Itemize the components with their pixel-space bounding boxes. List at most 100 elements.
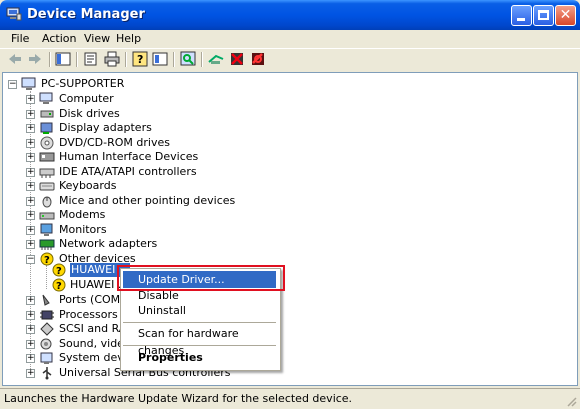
view-details-icon[interactable]	[152, 51, 168, 67]
disable-icon[interactable]	[250, 51, 266, 67]
status-text: Launches the Hardware Update Wizard for …	[4, 392, 353, 405]
expand-icon[interactable]: +	[26, 310, 35, 320]
tree-item-mouse[interactable]: + Mice and other pointing devices	[26, 194, 326, 208]
menu-item-properties[interactable]: Properties	[123, 349, 276, 366]
menu-action[interactable]: Action	[42, 32, 76, 45]
menu-separator	[123, 322, 276, 323]
menu-item-uninstall[interactable]: Uninstall	[123, 302, 276, 319]
title-bar[interactable]: Device Manager ✕	[0, 0, 580, 30]
scan-hardware-icon[interactable]	[180, 51, 196, 67]
tree-item-ide-controller[interactable]: + IDE ATA/ATAPI controllers	[26, 165, 326, 179]
tree-item-label: Monitors	[59, 222, 107, 236]
tree-item-hid[interactable]: + Human Interface Devices	[26, 150, 326, 164]
port-icon	[42, 294, 50, 306]
status-bar: Launches the Hardware Update Wizard for …	[0, 388, 580, 409]
uninstall-icon[interactable]	[229, 51, 245, 67]
expand-icon[interactable]: +	[26, 138, 35, 148]
expand-icon[interactable]: +	[26, 109, 35, 119]
svg-text:?: ?	[56, 281, 62, 292]
expand-icon[interactable]: +	[26, 211, 35, 220]
computer-icon	[21, 77, 36, 90]
toolbar-separator	[76, 52, 78, 67]
expand-icon[interactable]: +	[26, 296, 35, 305]
tree-item-label: Keyboards	[59, 179, 117, 192]
help-icon[interactable]: ?	[132, 51, 148, 67]
processor-icon	[40, 310, 54, 319]
menu-view[interactable]: View	[84, 32, 110, 45]
computer-icon	[39, 92, 53, 104]
tree-item-disk-drive[interactable]: + Disk drives	[26, 107, 326, 121]
toolbar: ?	[0, 49, 580, 70]
usb-icon	[42, 366, 52, 379]
display-adapter-icon	[40, 122, 53, 134]
tree-item-label: Modems	[59, 208, 106, 221]
tree-item-label: Mice and other pointing devices	[59, 193, 236, 207]
expand-icon[interactable]: +	[26, 196, 35, 206]
svg-text:?: ?	[137, 53, 143, 66]
maximize-button[interactable]	[533, 5, 554, 26]
tree-root-label: PC-SUPPORTER	[41, 77, 125, 90]
highlight-annotation-box	[117, 265, 285, 291]
collapse-icon[interactable]: −	[26, 254, 35, 264]
mouse-icon	[42, 196, 52, 207]
expand-icon[interactable]: +	[26, 225, 35, 235]
back-arrow-icon[interactable]	[7, 51, 23, 67]
menu-item-scan-hardware[interactable]: Scan for hardware changes	[123, 325, 276, 357]
show-hide-console-tree-icon[interactable]	[55, 51, 71, 67]
menu-separator	[123, 345, 276, 346]
tree-item-label: DVD/CD-ROM drives	[59, 135, 170, 149]
sound-icon	[40, 338, 52, 349]
resize-grip-icon[interactable]	[565, 395, 577, 407]
tree-item-label: Network adapters	[59, 237, 158, 250]
device-manager-window: Device Manager ✕ File Action View Help ?	[0, 0, 580, 409]
unknown-device-warning-icon: ?	[52, 263, 66, 277]
print-icon[interactable]	[104, 51, 120, 67]
tree-item-monitor[interactable]: + Monitors	[26, 223, 326, 237]
hid-icon	[39, 152, 55, 162]
toolbar-separator	[49, 52, 51, 67]
minimize-button[interactable]	[511, 5, 532, 26]
tree-item-display-adapter[interactable]: + Display adapters	[26, 121, 326, 135]
close-button[interactable]: ✕	[555, 5, 576, 26]
expand-icon[interactable]: +	[26, 124, 35, 133]
disk-drive-icon	[40, 110, 54, 117]
menu-help[interactable]: Help	[116, 32, 141, 45]
unknown-device-warning-icon: ?	[52, 278, 66, 292]
collapse-icon[interactable]: −	[8, 80, 17, 89]
minimize-icon	[517, 18, 525, 21]
expand-icon[interactable]: +	[26, 95, 35, 104]
dvd-drive-icon	[40, 136, 54, 149]
toolbar-separator	[173, 52, 175, 67]
device-tree[interactable]: − PC-SUPPORTER + Computer + Disk drives + Dis…	[2, 72, 578, 386]
tree-item-label: Display adapters	[59, 121, 152, 134]
keyboard-icon	[39, 182, 55, 191]
expand-icon[interactable]: +	[26, 153, 35, 162]
update-driver-icon[interactable]	[208, 51, 224, 67]
forward-arrow-icon[interactable]	[27, 51, 43, 67]
tree-item-label: Human Interface Devices	[59, 150, 199, 163]
menu-bar: File Action View Help	[0, 30, 580, 48]
expand-icon[interactable]: +	[26, 325, 35, 334]
expand-icon[interactable]: +	[26, 182, 35, 191]
ide-controller-icon	[39, 168, 55, 178]
device-manager-icon	[6, 7, 22, 21]
expand-icon[interactable]: +	[26, 368, 35, 378]
tree-item-label: IDE ATA/ATAPI controllers	[59, 164, 197, 178]
expand-icon[interactable]: +	[26, 167, 35, 177]
expand-icon[interactable]: +	[26, 339, 35, 349]
toolbar-separator	[125, 52, 127, 67]
svg-text:?: ?	[56, 266, 62, 277]
properties-icon[interactable]	[83, 51, 99, 67]
tree-item-keyboard[interactable]: + Keyboards	[26, 179, 326, 193]
tree-item-label: Computer	[59, 92, 114, 105]
tree-item-dvd-drive[interactable]: + DVD/CD-ROM drives	[26, 136, 326, 150]
tree-item-network-adapter[interactable]: + Network adapters	[26, 237, 326, 251]
menu-file[interactable]: File	[11, 32, 29, 45]
expand-icon[interactable]: +	[26, 240, 35, 249]
close-icon: ✕	[559, 7, 572, 23]
tree-root-node[interactable]: − PC-SUPPORTER	[8, 77, 208, 91]
system-device-icon	[40, 352, 53, 364]
tree-item-modem[interactable]: + Modems	[26, 208, 326, 222]
expand-icon[interactable]: +	[26, 354, 35, 363]
tree-item-computer[interactable]: + Computer	[26, 92, 326, 106]
